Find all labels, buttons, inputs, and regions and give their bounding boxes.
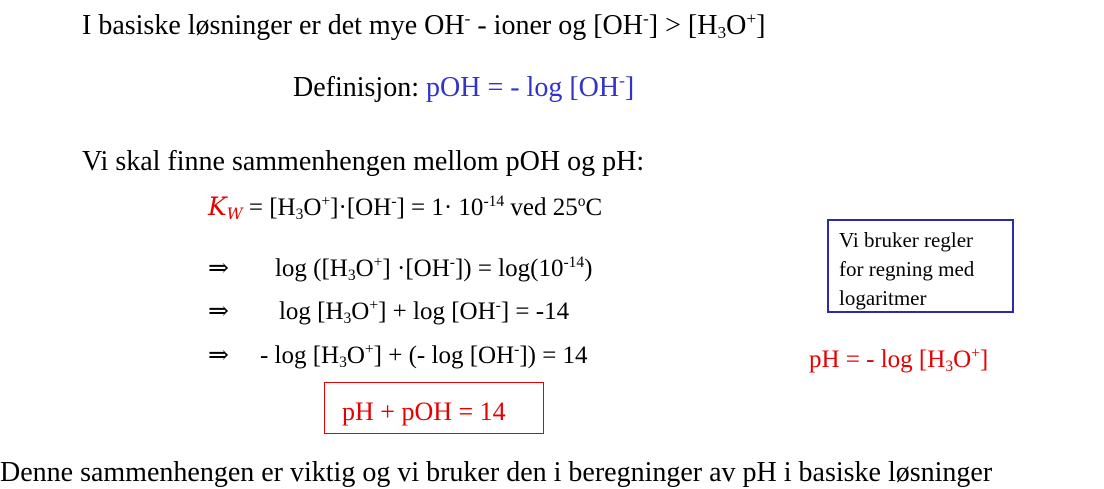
- intro-sentence-basic: I basiske løsninger er det mye OH- - ion…: [82, 9, 766, 43]
- result-formula: pH + pOH = 14: [342, 397, 506, 426]
- poh-formula: pOH = - log [OH-]: [426, 71, 635, 103]
- implies-arrow-icon: ⇒: [208, 342, 229, 369]
- poh-definition: Definisjon: pOH = - log [OH-]: [293, 71, 635, 103]
- relation-intro: Vi skal finne sammenhengen mellom pOH og…: [82, 146, 645, 177]
- implies-arrow-icon: ⇒: [208, 255, 229, 282]
- step-3: ⇒ - log [H3O+] + (- log [OH-]) = 14: [208, 341, 588, 371]
- implies-arrow-icon: ⇒: [208, 298, 229, 325]
- step-2: ⇒ log [H3O+] + log [OH-] = -14: [208, 297, 570, 327]
- note-line-3: logaritmer: [839, 286, 927, 310]
- note-line-1: Vi bruker regler: [839, 228, 974, 252]
- logarithm-rules-note: Vi bruker regler for regning med logarit…: [827, 219, 1014, 313]
- result-box: pH + pOH = 14: [324, 382, 544, 434]
- note-line-2: for regning med: [839, 257, 975, 281]
- kw-equation: KW = [H3O+]·[OH-] = 1· 10-14 ved 25oC: [208, 192, 603, 223]
- kw-symbol: KW: [208, 192, 243, 223]
- step-1: ⇒ log ([H3O+] ·[OH-]) = log(10-14): [208, 254, 593, 284]
- conclusion-sentence: Denne sammenhengen er viktig og vi bruke…: [0, 457, 993, 488]
- ph-definition: pH = - log [H3O+]: [809, 345, 989, 375]
